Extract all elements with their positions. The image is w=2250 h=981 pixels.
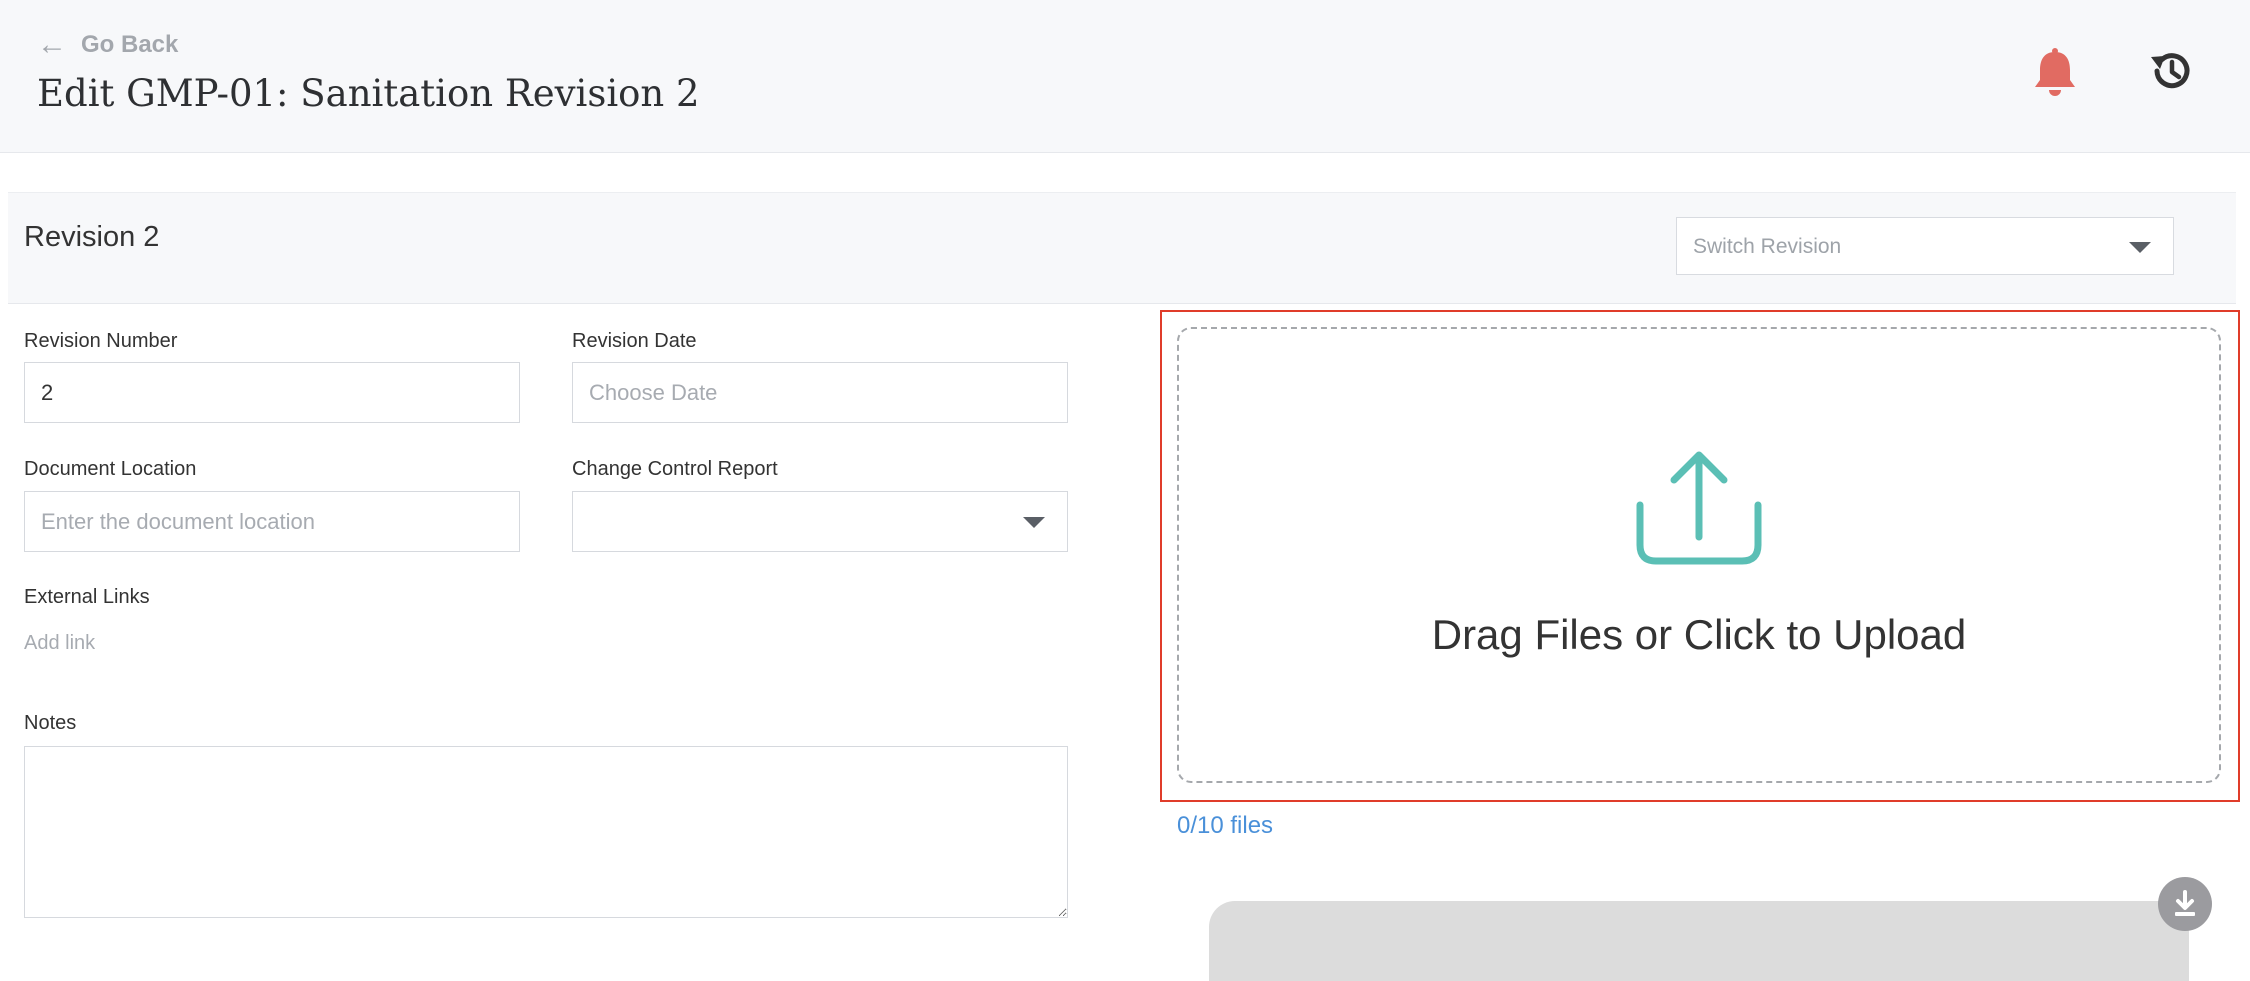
- history-icon[interactable]: [2148, 48, 2194, 94]
- switch-revision-select[interactable]: Switch Revision: [1676, 217, 2174, 275]
- page-header: ← Go Back Edit GMP-01: Sanitation Revisi…: [0, 0, 2250, 153]
- arrow-left-icon: ←: [37, 28, 67, 61]
- change-control-report-label: Change Control Report: [572, 458, 778, 480]
- download-icon: [2175, 890, 2195, 916]
- bell-icon[interactable]: [2030, 46, 2080, 98]
- change-control-report-select[interactable]: [572, 491, 1068, 552]
- document-location-label: Document Location: [24, 458, 197, 480]
- go-back-link[interactable]: ← Go Back: [37, 30, 178, 60]
- page-title: Edit GMP-01: Sanitation Revision 2: [37, 72, 700, 115]
- add-link-button[interactable]: Add link: [24, 632, 95, 655]
- notes-textarea[interactable]: [24, 746, 1068, 918]
- external-links-label: External Links: [24, 586, 150, 608]
- revision-number-label: Revision Number: [24, 330, 178, 352]
- revision-title: Revision 2: [24, 221, 160, 253]
- upload-prompt: Drag Files or Click to Upload: [1431, 611, 1967, 658]
- download-button[interactable]: [2158, 877, 2212, 931]
- file-preview-panel: [1209, 901, 2189, 981]
- switch-revision-placeholder: Switch Revision: [1693, 235, 1842, 258]
- revision-date-input[interactable]: [572, 362, 1068, 423]
- go-back-label: Go Back: [81, 31, 179, 58]
- document-location-input[interactable]: [24, 491, 520, 552]
- file-dropzone[interactable]: Drag Files or Click to Upload: [1177, 327, 2221, 783]
- revision-number-input[interactable]: [24, 362, 520, 423]
- revision-date-label: Revision Date: [572, 330, 697, 352]
- notes-label: Notes: [24, 712, 77, 734]
- chevron-down-icon: [2129, 242, 2151, 253]
- chevron-down-icon: [1023, 517, 1045, 528]
- revision-bar: Revision 2 Switch Revision: [8, 192, 2236, 304]
- upload-icon: [1636, 451, 1762, 565]
- files-count: 0/10 files: [1177, 812, 1274, 839]
